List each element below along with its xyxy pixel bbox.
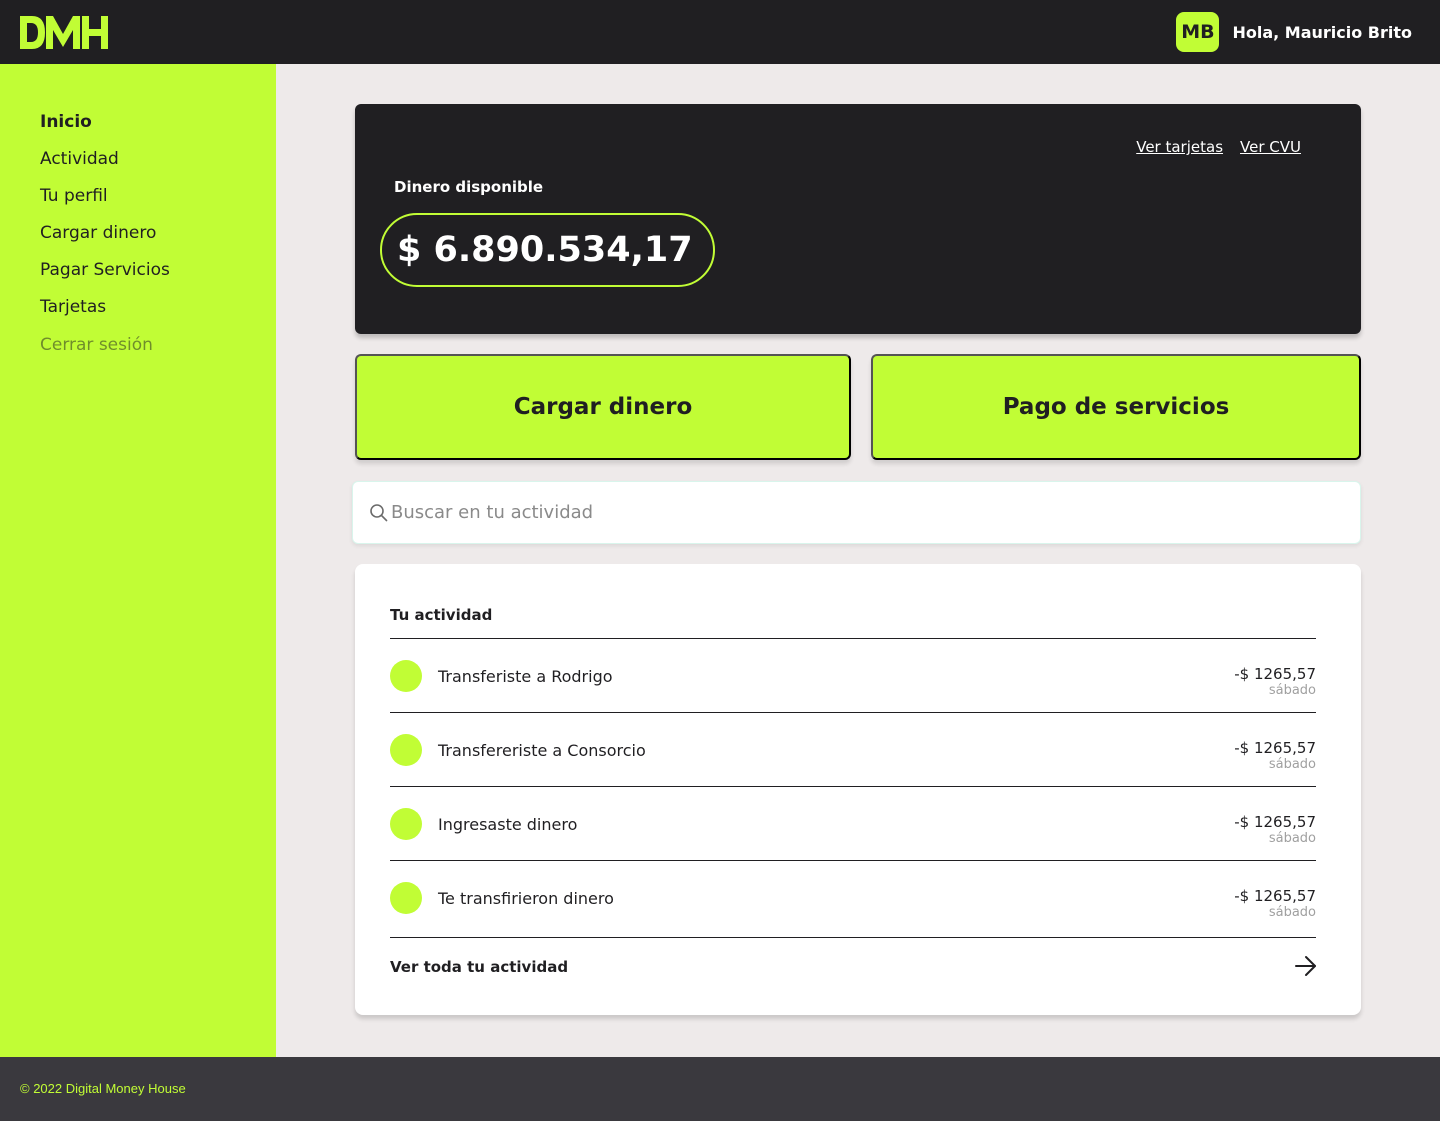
balance-card: Ver tarjetas Ver CVU Dinero disponible $… <box>355 104 1361 334</box>
activity-list: Transferiste a Rodrigo -$ 1265,57 sábado… <box>390 638 1316 934</box>
balance-amount: $ 6.890.534,17 <box>380 213 715 287</box>
sidebar-item-pagar-servicios[interactable]: Pagar Servicios <box>40 260 170 297</box>
page-footer: © 2022 Digital Money House <box>0 1057 1440 1121</box>
activity-dot-icon <box>390 734 422 766</box>
activity-date: sábado <box>1268 905 1316 920</box>
sidebar-item-tarjetas[interactable]: Tarjetas <box>40 297 170 334</box>
copyright-text: © 2022 Digital Money House <box>20 1081 186 1096</box>
see-cvu-link[interactable]: Ver CVU <box>1240 138 1301 156</box>
activity-row[interactable]: Ingresaste dinero -$ 1265,57 sábado <box>390 786 1316 860</box>
activity-date: sábado <box>1268 683 1316 698</box>
activity-dot-icon <box>390 660 422 692</box>
sidebar-item-inicio[interactable]: Inicio <box>40 112 170 149</box>
activity-description: Ingresaste dinero <box>438 815 578 834</box>
activity-description: Te transfirieron dinero <box>438 889 614 908</box>
sidebar-item-cerrar-sesion[interactable]: Cerrar sesión <box>40 335 170 372</box>
activity-description: Transferiste a Rodrigo <box>438 667 613 686</box>
arrow-right-icon[interactable] <box>1294 954 1318 978</box>
activity-amount: -$ 1265,57 <box>1234 739 1316 757</box>
search-icon <box>370 504 388 522</box>
activity-amount: -$ 1265,57 <box>1234 887 1316 905</box>
activity-search <box>352 481 1361 544</box>
activity-dot-icon <box>390 882 422 914</box>
card-links: Ver tarjetas Ver CVU <box>1136 138 1301 156</box>
sidebar-item-perfil[interactable]: Tu perfil <box>40 186 170 223</box>
see-all-activity-label: Ver toda tu actividad <box>390 958 569 976</box>
activity-date: sábado <box>1268 831 1316 846</box>
see-cards-link[interactable]: Ver tarjetas <box>1136 138 1223 156</box>
dmh-logo[interactable] <box>20 16 108 49</box>
sidebar-item-actividad[interactable]: Actividad <box>40 149 170 186</box>
avatar[interactable]: MB <box>1176 12 1220 52</box>
balance-label: Dinero disponible <box>394 178 544 196</box>
activity-row[interactable]: Te transfirieron dinero -$ 1265,57 sábad… <box>390 860 1316 934</box>
activity-row[interactable]: Transferiste a Rodrigo -$ 1265,57 sábado <box>390 638 1316 712</box>
sidebar: Inicio Actividad Tu perfil Cargar dinero… <box>0 64 276 1057</box>
search-input[interactable] <box>391 482 1341 543</box>
user-greeting: Hola, Mauricio Brito <box>1232 22 1412 42</box>
user-menu[interactable]: MB Hola, Mauricio Brito <box>1176 12 1412 52</box>
activity-amount: -$ 1265,57 <box>1234 813 1316 831</box>
see-all-activity-link[interactable]: Ver toda tu actividad <box>390 937 1316 997</box>
activity-date: sábado <box>1268 757 1316 772</box>
activity-title: Tu actividad <box>390 606 493 624</box>
activity-amount: -$ 1265,57 <box>1234 665 1316 683</box>
activity-panel: Tu actividad Transferiste a Rodrigo -$ 1… <box>355 564 1361 1015</box>
activity-dot-icon <box>390 808 422 840</box>
activity-description: Transfereriste a Consorcio <box>438 741 646 760</box>
pay-services-button[interactable]: Pago de servicios <box>871 354 1361 460</box>
sidebar-item-cargar-dinero[interactable]: Cargar dinero <box>40 223 170 260</box>
activity-row[interactable]: Transfereriste a Consorcio -$ 1265,57 sá… <box>390 712 1316 786</box>
top-header: MB Hola, Mauricio Brito <box>0 0 1440 64</box>
load-money-button[interactable]: Cargar dinero <box>355 354 851 460</box>
sidebar-nav: Inicio Actividad Tu perfil Cargar dinero… <box>40 112 170 372</box>
